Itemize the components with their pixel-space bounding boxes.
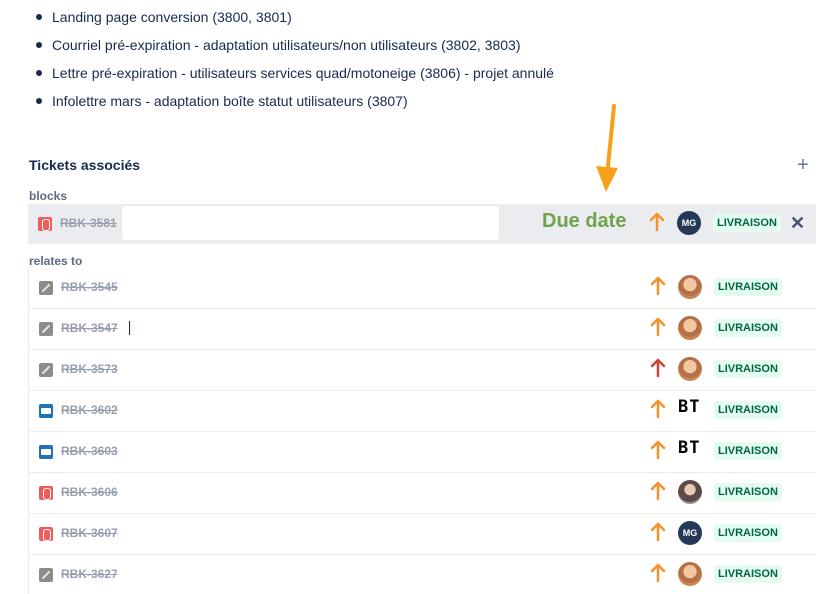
linked-issue-row[interactable]: RBK-3581 Due date MG LIVRAISON ✕ (28, 204, 816, 244)
annotation-arrow-icon (596, 104, 618, 192)
list-item: Courriel pré-expiration - adaptation uti… (34, 34, 554, 62)
linked-issue-row[interactable]: RBK-3573 LIVRAISON (28, 350, 816, 391)
avatar (678, 562, 702, 586)
description-list: Landing page conversion (3800, 3801) Cou… (34, 6, 554, 118)
avatar: BT (678, 397, 701, 417)
issue-key[interactable]: RBK-3545 (61, 280, 118, 294)
story-icon (39, 568, 53, 582)
bug-icon (39, 527, 53, 541)
issue-key[interactable]: RBK-3627 (61, 567, 118, 581)
status-badge: LIVRAISON (714, 401, 782, 419)
status-badge: LIVRAISON (714, 360, 782, 378)
priority-medium-icon (650, 522, 666, 544)
priority-medium-icon (650, 276, 666, 298)
priority-medium-icon (650, 481, 666, 503)
avatar: MG (677, 211, 701, 235)
linked-issue-row[interactable]: RBK-3603 BT LIVRAISON (28, 432, 816, 473)
priority-medium-icon (650, 317, 666, 339)
avatar: BT (678, 438, 701, 458)
story-icon (39, 363, 53, 377)
linked-issue-row[interactable]: RBK-3627 LIVRAISON (28, 555, 816, 594)
avatar (678, 357, 702, 381)
issue-key[interactable]: RBK-3603 (61, 444, 118, 458)
avatar (678, 480, 702, 504)
bus-icon (39, 404, 53, 418)
status-badge: LIVRAISON (714, 278, 782, 296)
bug-icon (38, 217, 52, 231)
linked-issue-row[interactable]: RBK-3547 LIVRAISON (28, 309, 816, 350)
linked-issue-row[interactable]: RBK-3607 MG LIVRAISON (28, 514, 816, 555)
status-badge: LIVRAISON (714, 442, 782, 460)
linked-issues-title: Tickets associés (29, 157, 141, 173)
relates-label: relates to (29, 254, 83, 268)
priority-high-icon (650, 358, 666, 380)
issue-key[interactable]: RBK-3606 (61, 485, 118, 499)
blocks-label: blocks (29, 189, 68, 203)
issue-key[interactable]: RBK-3573 (61, 362, 118, 376)
issue-key[interactable]: RBK-3581 (60, 216, 117, 230)
bus-icon (39, 445, 53, 459)
list-item: Infolettre mars - adaptation boîte statu… (34, 90, 554, 118)
avatar (678, 316, 702, 340)
priority-medium-icon (650, 440, 666, 462)
linked-issue-row[interactable]: RBK-3545 LIVRAISON (28, 268, 816, 309)
add-link-icon[interactable]: + (795, 155, 811, 175)
linked-issue-row[interactable]: RBK-3602 BT LIVRAISON (28, 391, 816, 432)
avatar (678, 275, 702, 299)
close-icon[interactable]: ✕ (790, 213, 805, 233)
priority-medium-icon (649, 212, 665, 234)
issue-key[interactable]: RBK-3602 (61, 403, 118, 417)
priority-medium-icon (650, 563, 666, 585)
avatar: MG (678, 521, 702, 545)
priority-medium-icon (650, 399, 666, 421)
status-badge: LIVRAISON (714, 565, 782, 583)
summary-redacted (122, 206, 499, 240)
text-cursor (129, 321, 130, 335)
status-badge: LIVRAISON (713, 214, 781, 232)
list-item: Landing page conversion (3800, 3801) (34, 6, 554, 34)
linked-issue-row[interactable]: RBK-3606 LIVRAISON (28, 473, 816, 514)
story-icon (39, 281, 53, 295)
story-icon (39, 322, 53, 336)
issue-key[interactable]: RBK-3607 (61, 526, 118, 540)
status-badge: LIVRAISON (714, 319, 782, 337)
due-date-annotation: Due date (542, 210, 627, 232)
status-badge: LIVRAISON (714, 483, 782, 501)
issue-key[interactable]: RBK-3547 (61, 321, 118, 335)
list-item: Lettre pré-expiration - utilisateurs ser… (34, 62, 554, 90)
bug-icon (39, 486, 53, 500)
status-badge: LIVRAISON (714, 524, 782, 542)
